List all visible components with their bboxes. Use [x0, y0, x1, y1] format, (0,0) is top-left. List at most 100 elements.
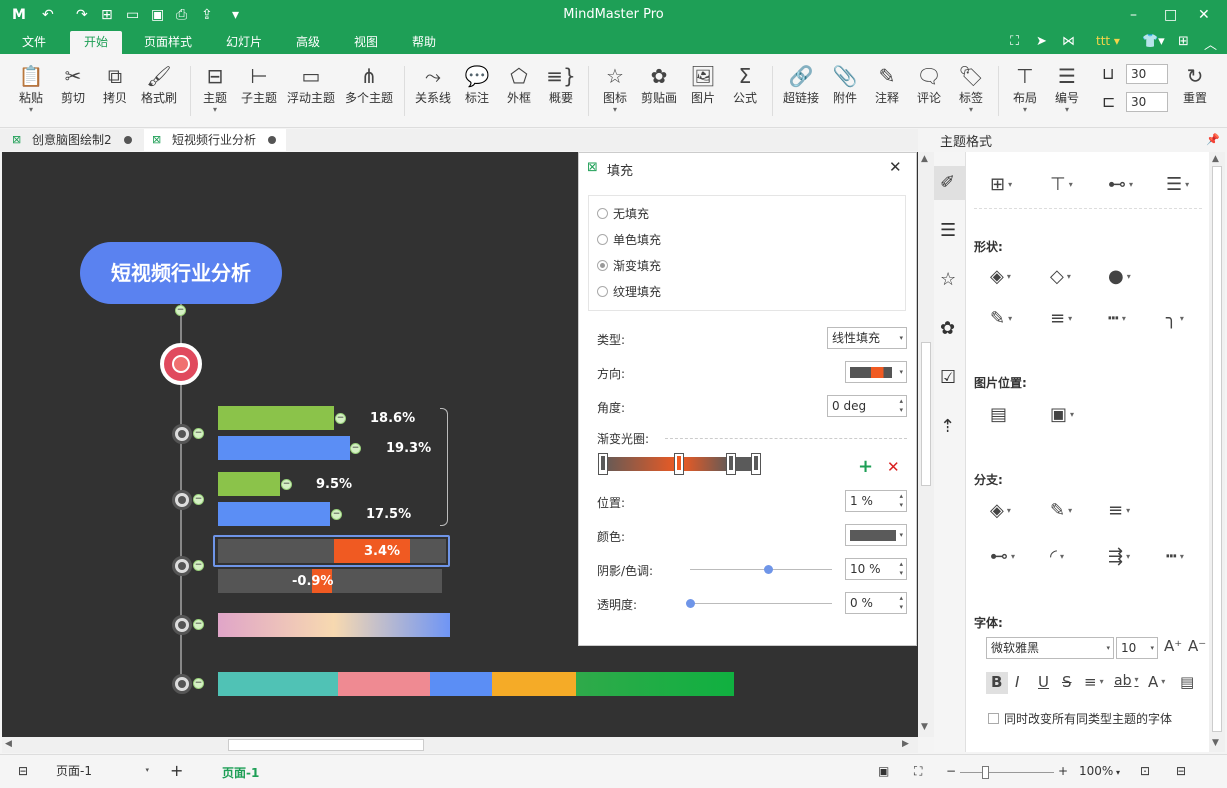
teal-segment[interactable]	[218, 672, 338, 696]
topic-node[interactable]	[172, 424, 192, 444]
maximize-icon[interactable]: □	[1164, 7, 1177, 23]
menu-view[interactable]: 视图	[354, 34, 378, 51]
menu-file[interactable]: 文件	[22, 34, 46, 51]
gray-bar[interactable]	[218, 539, 446, 563]
blue-segment[interactable]	[430, 672, 492, 696]
green-segment[interactable]	[576, 672, 734, 696]
clipart-tab-icon[interactable]: ✿	[940, 318, 955, 339]
font-family-select[interactable]: 微软雅黑 ▾	[986, 637, 1114, 659]
summary-button[interactable]: ≡} 概要	[544, 62, 578, 106]
theme-icon[interactable]: 👕▾	[1142, 34, 1165, 49]
tab-creative-mindmap[interactable]: ⊠ 创意脑图绘制2	[4, 129, 140, 151]
topic-button[interactable]: ⊟ 主题 ▾	[198, 62, 232, 114]
zoom-out-icon[interactable]: −	[946, 764, 956, 778]
collapse-icon[interactable]: −	[281, 479, 292, 490]
tab-short-video-analysis[interactable]: ⊠ 短视频行业分析	[144, 129, 286, 151]
layout-button[interactable]: ⊤ 布局 ▾	[1008, 62, 1042, 114]
image-button[interactable]: 🖼 图片	[686, 62, 720, 106]
format-painter-button[interactable]: 🖌 格式刷	[138, 62, 180, 106]
icon-tab-icon[interactable]: ☆	[940, 269, 956, 290]
shadow-icon[interactable]: ● ▾	[1108, 266, 1131, 287]
align-icon[interactable]: ≡ ▾	[1084, 673, 1104, 691]
close-window-icon[interactable]: ✕	[1198, 7, 1210, 23]
collapse-icon[interactable]: −	[335, 413, 346, 424]
menu-slides[interactable]: 幻灯片	[226, 34, 262, 51]
collapse-icon[interactable]: −	[350, 443, 361, 454]
shade-slider-knob[interactable]	[764, 565, 774, 574]
floating-topic-button[interactable]: ▭ 浮动主题	[286, 62, 336, 106]
italic-icon[interactable]: I	[1015, 673, 1019, 691]
radio-texture-fill[interactable]: 纹理填充	[597, 285, 661, 299]
tag-button[interactable]: 🏷 标签 ▾	[954, 62, 988, 114]
menu-advanced[interactable]: 高级	[296, 34, 320, 51]
multiple-topics-button[interactable]: ⋔ 多个主题	[344, 62, 394, 106]
page-select[interactable]: 页面-1 ▾	[52, 761, 152, 781]
fit-width-icon[interactable]: ⊡	[1140, 764, 1150, 778]
zoom-dropdown-icon[interactable]: ▾	[1116, 768, 1120, 777]
topic-node[interactable]	[172, 490, 192, 510]
image-position-icon[interactable]: ▣ ▾	[1050, 404, 1074, 425]
angle-input[interactable]: 0 deg ▴ ▾	[827, 395, 907, 417]
layout-style-icon[interactable]: ⊞ ▾	[990, 174, 1012, 195]
shape-select-icon[interactable]: ◇ ▾	[1050, 266, 1071, 287]
shade-slider[interactable]	[690, 569, 832, 570]
outline-tab-icon[interactable]: ☰	[940, 220, 956, 241]
blue-bar[interactable]	[218, 436, 350, 460]
user-icon[interactable]: ttt ▾	[1096, 34, 1120, 48]
gradient-stop[interactable]	[674, 453, 684, 475]
zoom-level[interactable]: 100%	[1079, 764, 1113, 778]
collapse-icon[interactable]: −	[193, 560, 204, 571]
format-tab-icon[interactable]: ✐	[940, 172, 955, 193]
branch-curve-icon[interactable]: ◜ ▾	[1050, 546, 1064, 567]
opacity-slider-knob[interactable]	[686, 599, 695, 608]
target-marker-icon[interactable]	[160, 343, 202, 385]
connector-icon[interactable]: ⊷ ▾	[1108, 174, 1133, 195]
numbering-icon[interactable]: ☰ ▾	[1166, 174, 1189, 195]
sync-font-checkbox[interactable]: 同时改变所有同类型主题的字体	[988, 710, 1172, 727]
export-tab-icon[interactable]: ⇡	[940, 416, 955, 437]
structure-icon[interactable]: ⊤ ▾	[1050, 174, 1073, 195]
position-input[interactable]: 1 % ▴ ▾	[845, 490, 907, 512]
topic-node[interactable]	[172, 615, 192, 635]
direction-select[interactable]: ▾	[845, 361, 907, 383]
green-bar[interactable]	[218, 472, 280, 496]
horizontal-spacing-input[interactable]: 30	[1126, 64, 1168, 84]
comment-button[interactable]: 🗨 评论	[912, 62, 946, 106]
page-tab[interactable]: 页面-1	[222, 764, 259, 781]
image-left-icon[interactable]: ▤	[990, 404, 1007, 425]
fullscreen-icon[interactable]: ⛶	[1010, 34, 1019, 49]
branch-arrow-icon[interactable]: ⇶ ▾	[1108, 546, 1130, 567]
add-page-icon[interactable]: +	[170, 761, 183, 780]
decrease-font-icon[interactable]: A⁻	[1188, 637, 1206, 655]
close-tab-icon[interactable]	[268, 136, 277, 144]
callout-button[interactable]: 💬 标注	[460, 62, 494, 106]
attachment-button[interactable]: 📎 附件	[828, 62, 862, 106]
horizontal-scrollbar[interactable]: ◀ ▶	[2, 737, 918, 753]
radio-gradient-fill[interactable]: 渐变填充	[597, 259, 661, 273]
menu-help[interactable]: 帮助	[412, 34, 436, 51]
pink-segment[interactable]	[338, 672, 430, 696]
gradient-stop[interactable]	[598, 453, 608, 475]
collapse-panel-icon[interactable]: ⊟	[1176, 764, 1186, 778]
page-panel-icon[interactable]: ⊟	[18, 764, 28, 778]
branch-dash-icon[interactable]: ┅ ▾	[1166, 546, 1184, 567]
menu-page-style[interactable]: 页面样式	[144, 34, 192, 51]
border-weight-icon[interactable]: ≡ ▾	[1050, 308, 1072, 329]
border-dash-icon[interactable]: ┅ ▾	[1108, 308, 1126, 329]
highlight-icon[interactable]: ab ▾	[1114, 673, 1138, 689]
font-size-select[interactable]: 10 ▾	[1116, 637, 1158, 659]
note-button[interactable]: ✎ 注释	[870, 62, 904, 106]
cut-button[interactable]: ✂ 剪切	[56, 62, 90, 106]
close-icon[interactable]: ✕	[889, 158, 902, 176]
share-icon[interactable]: ⋈	[1062, 34, 1075, 49]
zoom-slider[interactable]	[960, 772, 1054, 773]
corner-icon[interactable]: ╮ ▾	[1166, 308, 1184, 329]
collapse-icon[interactable]: −	[331, 509, 342, 520]
collapse-icon[interactable]: −	[193, 619, 204, 630]
collapse-icon[interactable]: −	[193, 428, 204, 439]
radio-no-fill[interactable]: 无填充	[597, 207, 649, 221]
zoom-slider-knob[interactable]	[982, 766, 989, 779]
hyperlink-button[interactable]: 🔗 超链接	[780, 62, 822, 106]
color-select[interactable]: ▾	[845, 524, 907, 546]
opacity-input[interactable]: 0 % ▴ ▾	[845, 592, 907, 614]
